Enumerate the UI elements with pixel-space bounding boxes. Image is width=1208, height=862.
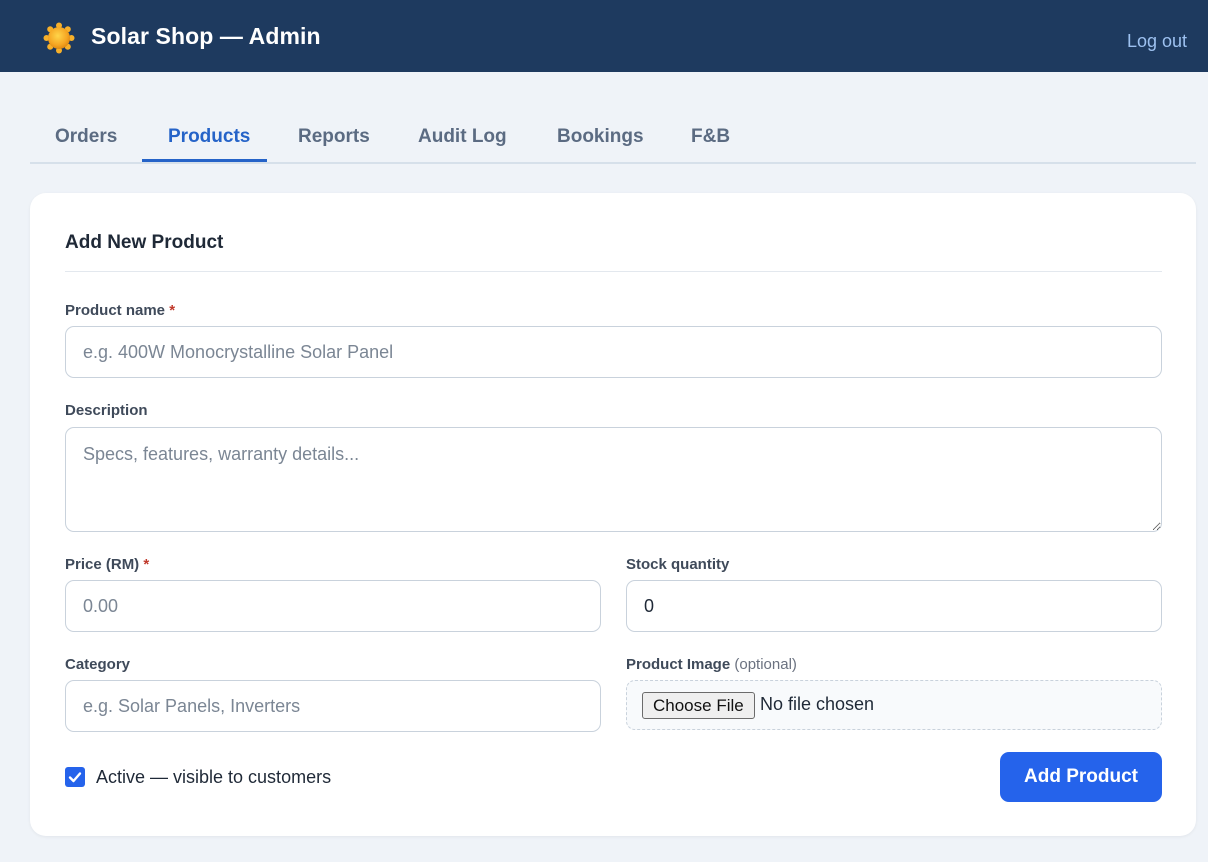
active-checkbox-label[interactable]: Active — visible to customers: [96, 767, 331, 788]
price-label-text: Price (RM): [65, 556, 140, 573]
category-label: Category: [65, 656, 131, 673]
tab-audit-log[interactable]: Audit Log: [418, 126, 507, 148]
app-title: Solar Shop — Admin: [91, 23, 321, 49]
form-title: Add New Product: [65, 232, 224, 253]
add-product-button[interactable]: Add Product: [1000, 752, 1162, 802]
required-marker: *: [143, 556, 150, 573]
product-name-label-text: Product name: [65, 302, 166, 319]
stock-quantity-input[interactable]: [626, 580, 1162, 632]
tab-fnb[interactable]: F&B: [691, 126, 730, 148]
active-checkbox[interactable]: [65, 767, 85, 787]
top-bar: Solar Shop — Admin Log out: [0, 0, 1208, 72]
title-divider: [65, 271, 1162, 272]
product-name-input[interactable]: [65, 326, 1162, 378]
add-product-card: Add New Product Product name * Descripti…: [30, 193, 1196, 836]
price-label: Price (RM) *: [65, 556, 149, 573]
optional-note: (optional): [734, 656, 797, 673]
tab-reports[interactable]: Reports: [298, 126, 370, 148]
required-marker: *: [169, 302, 176, 319]
file-status-text: No file chosen: [760, 694, 875, 714]
price-input[interactable]: [65, 580, 601, 632]
tab-products[interactable]: Products: [168, 126, 250, 148]
category-input[interactable]: [65, 680, 601, 732]
checkmark-icon: [68, 772, 82, 783]
stock-label: Stock quantity: [626, 556, 730, 573]
active-tab-indicator: [142, 159, 267, 162]
logout-link[interactable]: Log out: [1127, 31, 1187, 52]
tab-bookings[interactable]: Bookings: [557, 126, 644, 148]
tab-bar: Orders Products Reports Audit Log Bookin…: [30, 114, 1196, 164]
product-image-label: Product Image (optional): [626, 656, 797, 673]
choose-file-button[interactable]: Choose File: [642, 692, 755, 719]
sun-icon: [43, 22, 75, 54]
product-name-label: Product name *: [65, 302, 175, 319]
description-label: Description: [65, 402, 148, 419]
file-upload-zone[interactable]: Choose File No file chosen: [626, 680, 1162, 730]
product-image-label-text: Product Image: [626, 656, 731, 673]
description-textarea[interactable]: [65, 427, 1162, 532]
tab-orders[interactable]: Orders: [55, 126, 117, 148]
